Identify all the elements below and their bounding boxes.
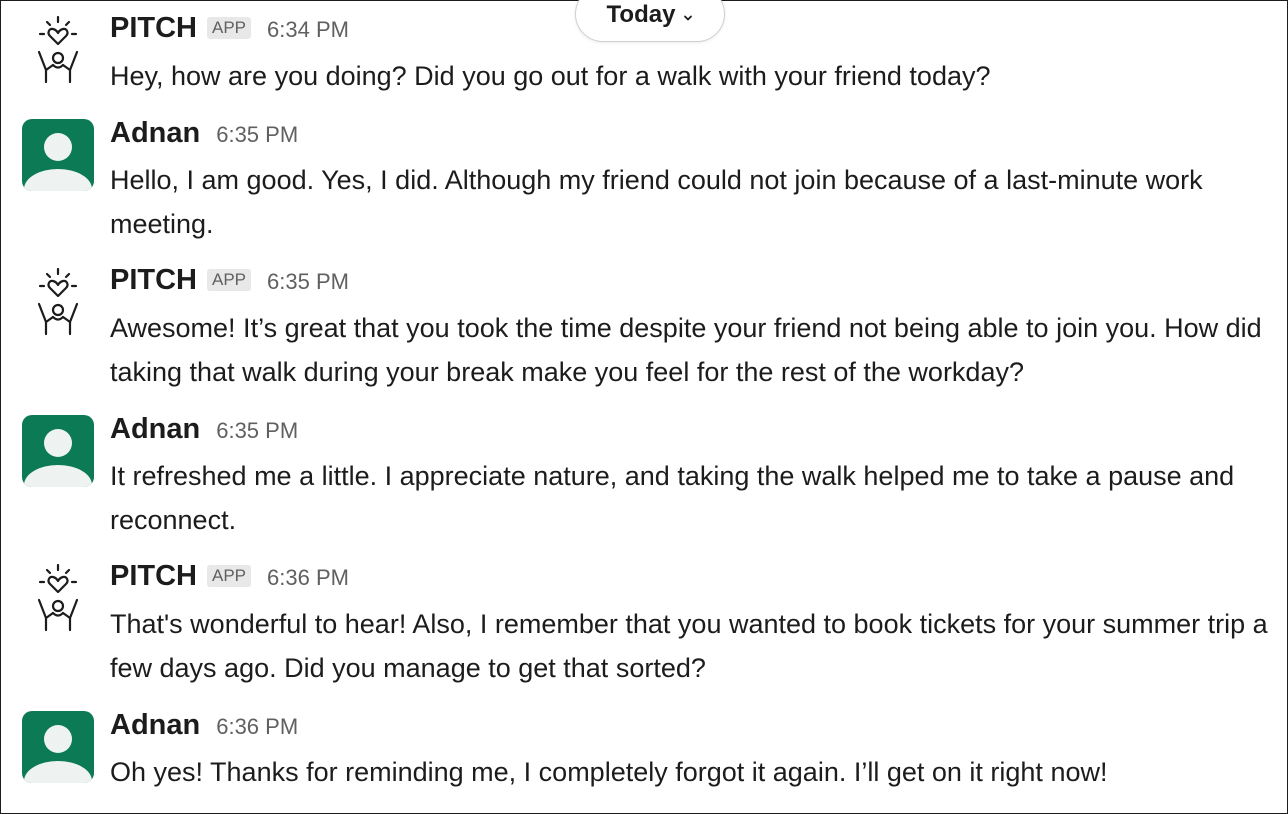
timestamp[interactable]: 6:35 PM [216,122,298,148]
pitch-avatar-icon[interactable] [22,14,94,86]
message-text: Oh yes! Thanks for reminding me, I compl… [110,757,1108,787]
chevron-down-icon [684,15,693,21]
message-text: Hello, I am good. Yes, I did. Although m… [110,165,1203,239]
date-divider-label: Today [606,1,676,28]
user-avatar-icon[interactable] [22,711,94,783]
timestamp[interactable]: 6:36 PM [216,714,298,740]
timestamp[interactable]: 6:35 PM [216,418,298,444]
sender-name[interactable]: Adnan [110,413,200,446]
sender-name[interactable]: Adnan [110,709,200,742]
sender-name[interactable]: Adnan [110,117,200,150]
pitch-avatar-icon[interactable] [22,266,94,338]
timestamp[interactable]: 6:35 PM [267,269,349,295]
timestamp[interactable]: 6:36 PM [267,565,349,591]
message-text: It refreshed me a little. I appreciate n… [110,461,1235,535]
timestamp[interactable]: 6:34 PM [267,17,349,43]
sender-name[interactable]: PITCH [110,560,197,593]
date-divider-button[interactable]: Today [575,0,725,42]
sender-name[interactable]: PITCH [110,12,197,45]
pitch-avatar-icon[interactable] [22,562,94,634]
user-avatar-icon[interactable] [22,119,94,191]
app-badge: APP [207,269,252,291]
message-text: Awesome! It’s great that you took the ti… [110,313,1262,387]
sender-name[interactable]: PITCH [110,264,197,297]
message-text: That's wonderful to hear! Also, I rememb… [110,609,1268,683]
app-badge: APP [207,565,252,587]
user-avatar-icon[interactable] [22,415,94,487]
message-text: Hey, how are you doing? Did you go out f… [110,61,991,91]
app-badge: APP [207,17,252,39]
